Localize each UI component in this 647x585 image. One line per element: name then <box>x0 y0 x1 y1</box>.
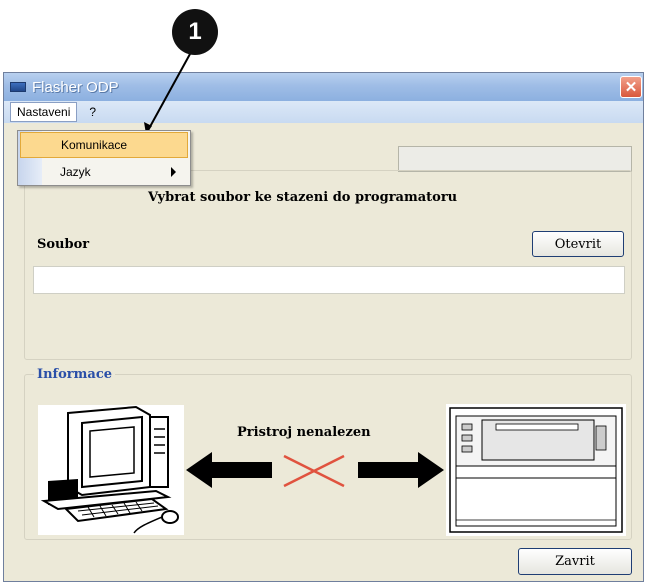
status-field <box>398 146 632 172</box>
callout-badge: 1 <box>172 9 218 55</box>
submenu-arrow-icon <box>171 167 176 177</box>
close-icon[interactable]: ✕ <box>620 76 642 98</box>
file-label: Soubor <box>37 237 90 252</box>
double-arrow-icon <box>186 448 444 492</box>
file-path-input[interactable] <box>33 266 625 294</box>
menu-item-label: Komunikace <box>61 138 128 152</box>
computer-icon <box>38 405 184 535</box>
cross-icon <box>283 454 345 488</box>
window-icon <box>10 82 26 92</box>
settings-dropdown: Komunikace Jazyk <box>17 130 191 186</box>
device-status: Pristroj nenalezen <box>237 425 371 440</box>
menu-help[interactable]: ? <box>83 103 102 121</box>
window-title: Flasher ODP <box>32 78 119 96</box>
title-bar[interactable]: Flasher ODP ✕ <box>4 73 643 101</box>
open-button[interactable]: Otevrit <box>532 231 624 257</box>
menu-bar: Nastaveni ? <box>4 101 643 123</box>
menu-item-komunikace[interactable]: Komunikace <box>20 132 188 158</box>
section-subtitle: Vybrat soubor ke stazeni do programatoru <box>148 190 458 205</box>
close-button[interactable]: Zavrit <box>518 548 632 575</box>
device-icon <box>446 404 626 536</box>
info-legend: Informace <box>34 367 116 382</box>
menu-item-jazyk[interactable]: Jazyk <box>20 159 188 185</box>
menu-nastaveni[interactable]: Nastaveni <box>10 102 78 122</box>
menu-item-label: Jazyk <box>60 165 91 179</box>
